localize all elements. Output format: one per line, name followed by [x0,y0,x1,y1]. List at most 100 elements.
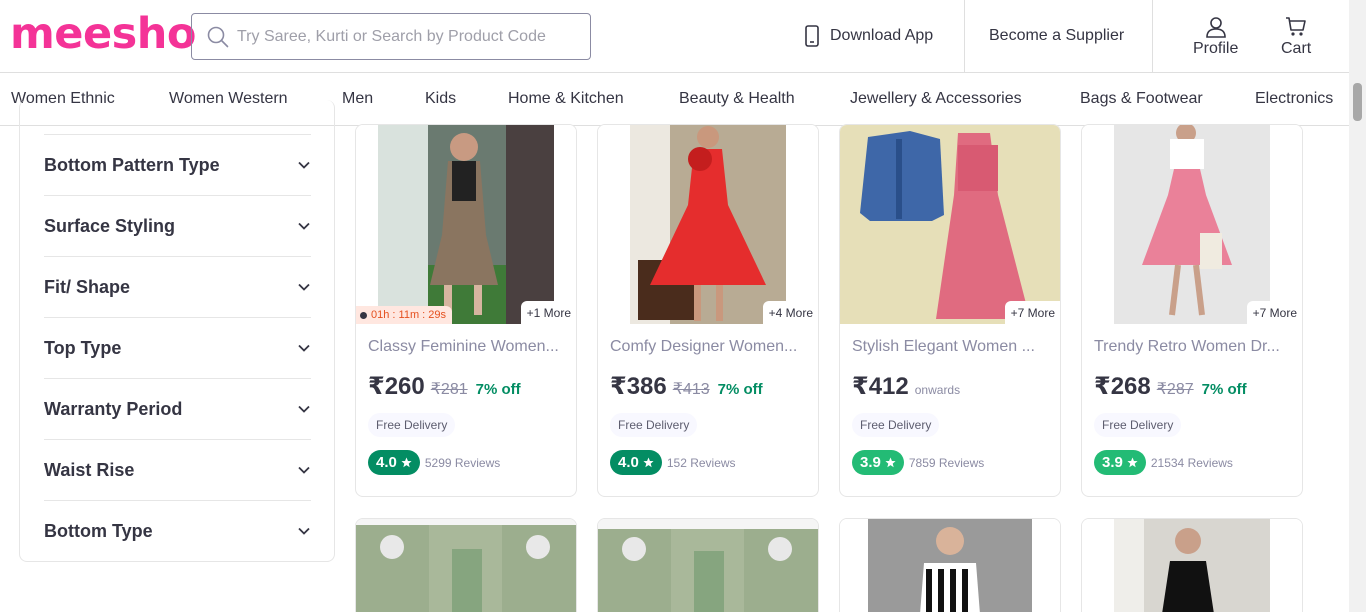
rating-row: 4.0 5299 Reviews [368,450,500,475]
more-variants-chip: +7 More [1004,301,1060,324]
product-title[interactable]: Stylish Elegant Women ... [852,338,1052,356]
rating-badge: 3.9 [852,450,904,475]
discount: 7% off [717,381,763,398]
review-count: 21534 Reviews [1150,455,1233,470]
free-delivery-badge: Free Delivery [1094,413,1182,437]
review-count: 7859 Reviews [908,455,985,470]
star-icon [885,457,896,468]
chevron-down-icon [298,161,310,169]
filter-waist-rise[interactable]: Waist Rise [44,439,311,500]
rating-value: 3.9 [1102,454,1123,471]
product-image[interactable] [840,519,1060,612]
filter-warranty-period[interactable]: Warranty Period [44,378,311,439]
nav-beauty-health[interactable]: Beauty & Health [679,90,795,108]
nav-kids[interactable]: Kids [425,90,456,108]
nav-men[interactable]: Men [342,90,373,108]
filter-sidebar: Bottom Pattern Type Surface Styling Fit/… [19,100,335,562]
product-title[interactable]: Classy Feminine Women... [368,338,568,356]
rating-badge: 4.0 [610,450,662,475]
chevron-down-icon [298,222,310,230]
mobile-phone-icon [805,25,819,47]
download-app-label: Download App [830,27,934,44]
chevron-down-icon [298,527,310,535]
product-image[interactable]: 01h : 11m : 29s +1 More [356,125,576,324]
nav-bags-footwear[interactable]: Bags & Footwear [1080,90,1203,108]
filter-surface-styling[interactable]: Surface Styling [44,195,311,256]
price: ₹412 [852,373,909,400]
filter-label: Warranty Period [44,398,183,419]
cart-button[interactable]: Cart [1281,16,1311,58]
product-title[interactable]: Trendy Retro Women Dr... [1094,338,1294,356]
filter-label: Bottom Pattern Type [44,154,220,175]
rating-row: 4.0 152 Reviews [610,450,736,475]
nav-home-kitchen[interactable]: Home & Kitchen [508,90,624,108]
product-image[interactable]: +7 More [1082,125,1302,324]
price: ₹268 [1094,373,1151,400]
top-header: meesho Download App Become a Supplier Pr… [0,0,1349,73]
nav-jewellery-accessories[interactable]: Jewellery & Accessories [850,90,1022,108]
rating-row: 3.9 7859 Reviews [852,450,984,475]
filter-bottom-type[interactable]: Bottom Type [44,500,311,561]
product-photo [356,125,576,324]
product-card[interactable] [1081,518,1303,612]
product-card[interactable]: 01h : 11m : 29s +1 More Classy Feminine … [355,124,577,497]
original-price: ₹413 [672,381,710,398]
product-image[interactable] [356,519,576,612]
product-card[interactable]: +7 More Stylish Elegant Women ... ₹412 o… [839,124,1061,497]
filter-label: Fit/ Shape [44,276,131,297]
header-divider [1152,0,1153,72]
profile-label: Profile [1193,40,1239,57]
product-card[interactable] [597,518,819,612]
search-input[interactable] [237,27,577,46]
search-box[interactable] [191,13,591,60]
profile-button[interactable]: Profile [1193,16,1238,58]
filter-fit-shape[interactable]: Fit/ Shape [44,256,311,317]
more-variants-chip: +4 More [762,301,818,324]
nav-electronics[interactable]: Electronics [1255,90,1333,108]
product-card[interactable] [355,518,577,612]
filter-label: Top Type [44,337,122,358]
product-photo [1082,125,1302,324]
price-row: ₹386 ₹413 7% off [610,372,763,401]
review-count: 5299 Reviews [424,455,501,470]
product-image[interactable]: +7 More [840,125,1060,324]
filter-bottom-pattern-type[interactable]: Bottom Pattern Type [44,134,311,195]
meesho-logo[interactable]: meesho [10,9,196,59]
product-title[interactable]: Comfy Designer Women... [610,338,810,356]
search-icon [207,26,229,47]
price-row: ₹260 ₹281 7% off [368,372,521,401]
more-variants-chip: +1 More [520,301,576,324]
page-scrollbar[interactable] [1349,0,1366,612]
cart-icon [1286,17,1306,36]
product-card[interactable]: +4 More Comfy Designer Women... ₹386 ₹41… [597,124,819,497]
filter-top-type[interactable]: Top Type [44,317,311,378]
product-image[interactable]: +4 More [598,125,818,324]
product-image[interactable] [1082,519,1302,612]
filter-label: Waist Rise [44,459,135,480]
star-icon [401,457,412,468]
free-delivery-badge: Free Delivery [368,413,456,437]
scrollbar-thumb[interactable] [1353,83,1362,121]
star-icon [643,457,654,468]
chevron-down-icon [298,466,310,474]
discount: 7% off [1201,381,1247,398]
page: meesho Download App Become a Supplier Pr… [0,0,1366,612]
download-app-link[interactable]: Download App [804,0,933,72]
header-divider [964,0,965,72]
free-delivery-badge: Free Delivery [852,413,940,437]
product-card[interactable] [839,518,1061,612]
price-onwards: onwards [914,383,961,397]
become-supplier-link[interactable]: Become a Supplier [989,0,1124,72]
product-image[interactable] [598,519,818,612]
review-count: 152 Reviews [666,455,736,470]
original-price: ₹287 [1156,381,1194,398]
rating-value: 4.0 [618,454,639,471]
product-card[interactable]: +7 More Trendy Retro Women Dr... ₹268 ₹2… [1081,124,1303,497]
cart-label: Cart [1281,40,1312,57]
price: ₹386 [610,373,667,400]
timer-text: 01h : 11m : 29s [371,309,447,321]
product-photo [598,125,818,324]
rating-value: 4.0 [376,454,397,471]
filter-label: Bottom Type [44,520,153,541]
rating-badge: 4.0 [368,450,420,475]
